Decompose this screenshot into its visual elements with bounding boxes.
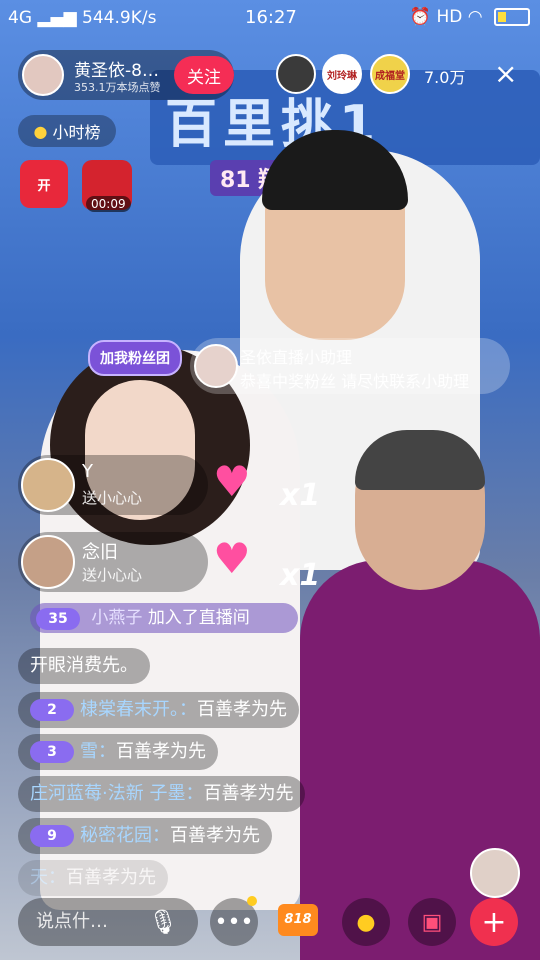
chat-text: 百善孝为先	[66, 867, 156, 888]
chat-user[interactable]: 秘密花园：	[80, 825, 170, 846]
sender-avatar[interactable]	[21, 535, 75, 589]
plus-icon: +	[481, 904, 507, 940]
host-name: 黄圣依-8…	[74, 61, 159, 81]
viewer-count[interactable]: 7.0万	[424, 64, 465, 88]
hd-label: HD	[436, 7, 463, 27]
chat-message: 3 雪：百善孝为先	[18, 734, 218, 770]
bottom-toolbar: 说点什… 🎙 ••• 818 ● ▣ +	[0, 890, 540, 960]
notice-text: 恭喜中奖粉丝 请尽快联系小助理	[240, 372, 470, 391]
join-notification: 35 小燕子 加入了直播间	[30, 603, 298, 633]
chat-message: 开眼消费先。	[18, 648, 150, 684]
gift-action: 送小心心	[82, 489, 143, 507]
heart-gift-icon: ♥	[213, 457, 251, 506]
close-icon[interactable]: ×	[494, 60, 517, 88]
chat-user[interactable]: 棣棠春末开。：	[80, 699, 197, 720]
shopping-818-button[interactable]: 818	[278, 904, 318, 936]
viewer-name: 刘玲琳	[327, 70, 357, 82]
sender-name: 念旧	[82, 542, 118, 563]
heart-gift-icon: ♥	[213, 534, 251, 583]
assistant-avatar	[194, 344, 238, 388]
sender-name: Y	[82, 461, 93, 482]
chat-text: 百善孝为先	[170, 825, 260, 846]
battery-icon	[494, 8, 530, 26]
gift-action: 送小心心	[82, 566, 143, 584]
red-packet-timer: 00:09	[86, 196, 131, 212]
viewer-avatar[interactable]: 刘玲琳	[322, 54, 362, 94]
gift-notification: 念旧 送小心心	[18, 532, 208, 592]
lucky-box-label: 开	[37, 178, 51, 194]
hourly-rank-label: 小时榜	[52, 123, 101, 142]
sender-avatar[interactable]	[21, 458, 75, 512]
assistant-notice: 圣依直播小助理 恭喜中奖粉丝 请尽快联系小助理	[190, 338, 510, 394]
joined-text: 加入了直播间	[147, 608, 250, 628]
viewer-avatar[interactable]	[276, 54, 316, 94]
joined-user[interactable]: 小燕子	[91, 608, 142, 628]
host-stats: 353.1万本场点赞	[74, 81, 161, 94]
chat-user[interactable]: 庄河蓝莓·法新 子墨：	[30, 783, 203, 804]
plus-button[interactable]: +	[470, 898, 518, 946]
wifi-icon: ◠	[467, 7, 483, 27]
flame-icon: ●	[33, 121, 48, 141]
viewer-avatar[interactable]: 成福堂	[370, 54, 410, 94]
notification-dot	[247, 896, 257, 906]
chat-user[interactable]: 雪：	[80, 741, 116, 762]
viewer-name: 成福堂	[375, 70, 405, 82]
hourly-rank-button[interactable]: ● 小时榜	[18, 115, 116, 147]
status-right: ⏰ HD ◠	[410, 7, 530, 27]
alarm-icon: ⏰	[409, 7, 432, 27]
signal-icon: ▂▄▆	[37, 8, 77, 28]
lucky-box-icon[interactable]: 开	[20, 160, 68, 208]
gift-multiplier: x1	[280, 558, 321, 593]
status-bar: 4G ▂▄▆ 544.9K/s 16:27 ⏰ HD ◠	[0, 0, 540, 36]
chat-text: 百善孝为先	[203, 783, 294, 804]
chat-text: 百善孝为先	[116, 741, 206, 762]
gift-notification: Y 送小心心	[18, 455, 208, 515]
host-avatar[interactable]	[22, 54, 64, 96]
clock: 16:27	[245, 7, 297, 28]
status-left: 4G ▂▄▆ 544.9K/s	[8, 8, 156, 28]
follow-button[interactable]: 关注	[174, 56, 234, 94]
level-badge: 9	[30, 825, 74, 847]
speed-label: 544.9K/s	[82, 8, 157, 28]
notice-title: 圣依直播小助理	[240, 348, 353, 367]
more-icon: •••	[214, 909, 254, 935]
coins-icon[interactable]: ●	[342, 898, 390, 946]
gift-icon[interactable]: ▣	[408, 898, 456, 946]
level-badge: 2	[30, 699, 74, 721]
fan-club-button[interactable]: 加我粉丝团	[88, 340, 182, 376]
level-badge: 35	[36, 608, 80, 630]
network-label: 4G	[8, 8, 32, 28]
gift-multiplier: x1	[280, 478, 321, 513]
chat-message: 庄河蓝莓·法新 子墨：百善孝为先	[18, 776, 306, 812]
microphone-icon[interactable]: 🎙	[148, 908, 178, 936]
chat-user[interactable]: 天：	[30, 867, 66, 888]
level-badge: 3	[30, 741, 74, 763]
chat-message: 2 棣棠春末开。：百善孝为先	[18, 692, 299, 728]
chat-message: 9 秘密花园：百善孝为先	[18, 818, 272, 854]
chat-text: 百善孝为先	[197, 699, 287, 720]
